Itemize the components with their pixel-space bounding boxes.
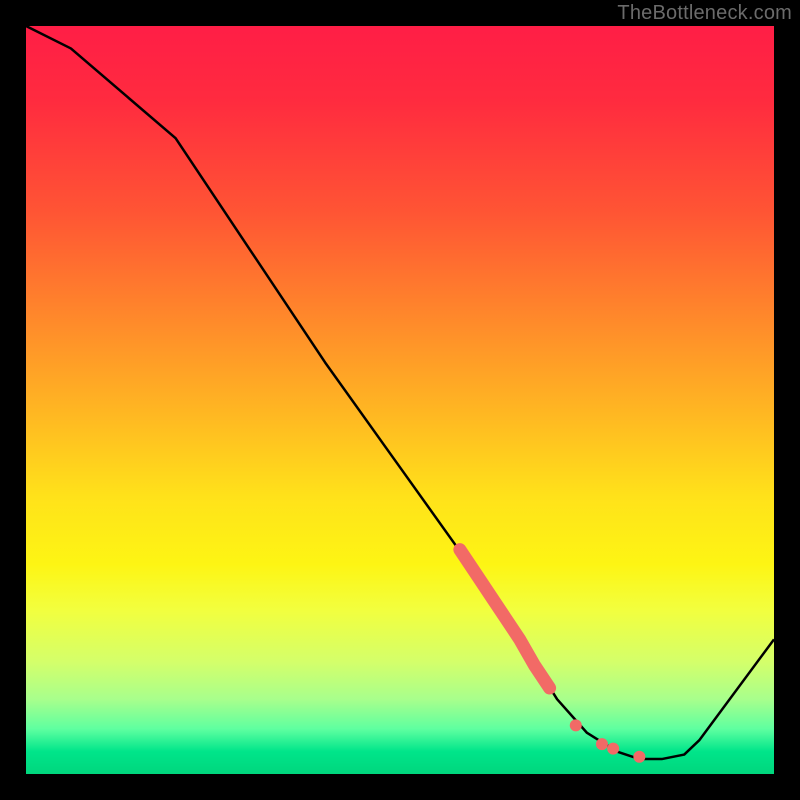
- highlight-dot: [596, 738, 608, 750]
- highlight-dot: [633, 751, 645, 763]
- watermark-text: TheBottleneck.com: [617, 2, 792, 25]
- highlight-segment: [460, 550, 550, 688]
- chart-plot-area: [26, 26, 774, 774]
- chart-svg: [26, 26, 774, 774]
- main-curve: [26, 26, 774, 759]
- curve-layer: [26, 26, 774, 759]
- chart-outer-frame: TheBottleneck.com: [0, 0, 800, 800]
- highlight-dot: [570, 719, 582, 731]
- dots-layer: [570, 719, 646, 762]
- highlight-dot: [607, 743, 619, 755]
- highlight-layer: [460, 550, 550, 688]
